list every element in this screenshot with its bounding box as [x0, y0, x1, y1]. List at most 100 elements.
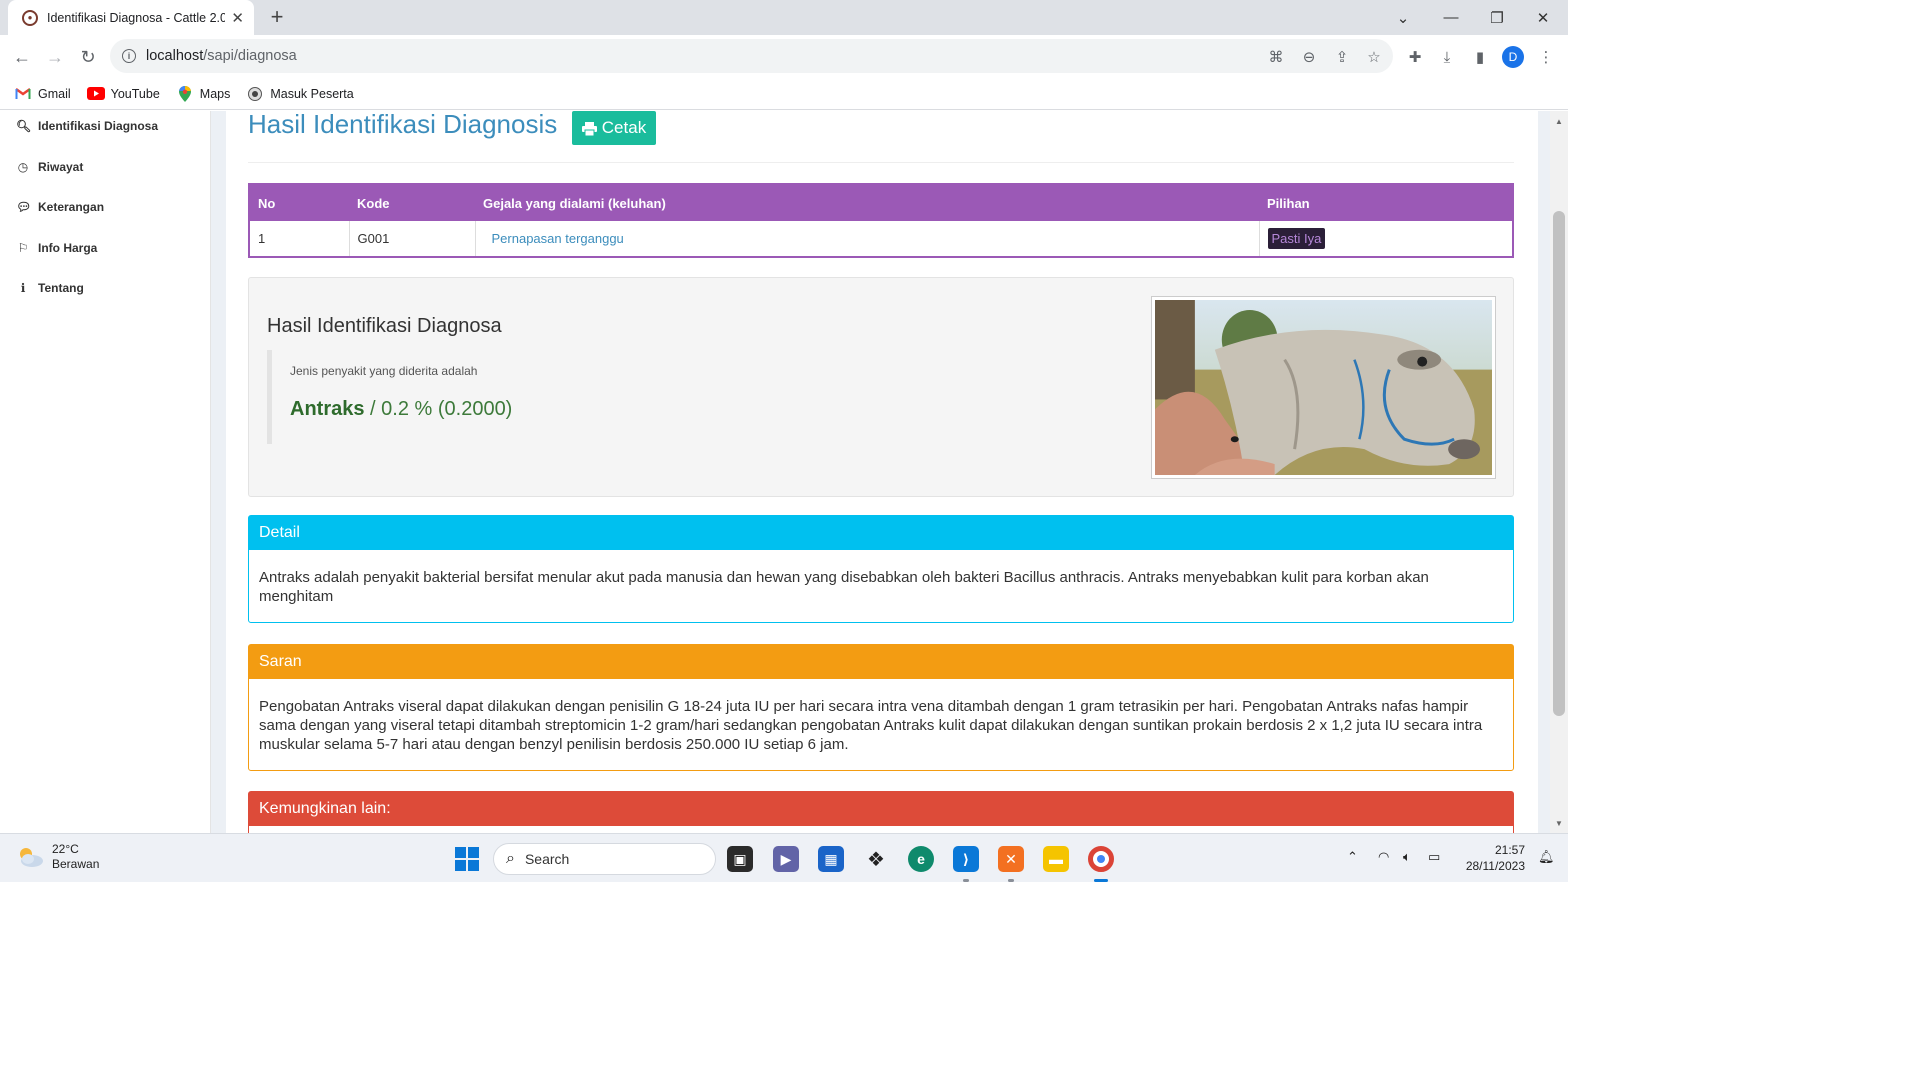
back-arrow-icon[interactable]: ←	[8, 43, 36, 71]
saran-panel-header: Saran	[249, 645, 1513, 679]
translate-icon[interactable]: ⌘	[1266, 47, 1286, 67]
browser-toolbar: ← → ↻ i localhost/sapi/diagnosa ⌘ ⊖ ⇪ ☆ …	[0, 35, 1568, 78]
tab-title: Identifikasi Diagnosa - Cattle 2.0	[47, 10, 226, 25]
xampp-icon[interactable]: ✕	[998, 846, 1024, 872]
bookmark-masuk-peserta[interactable]: Masuk Peserta	[246, 86, 354, 101]
detail-panel-body: Antraks adalah penyakit bakterial bersif…	[259, 569, 1429, 605]
sidebar-item-label: Keterangan	[38, 200, 105, 215]
weather-text: 22°C Berawan	[52, 842, 99, 872]
disease-photo	[1151, 296, 1496, 479]
new-tab-button[interactable]: +	[264, 4, 290, 30]
download-icon[interactable]: ⤓	[1437, 47, 1457, 67]
wifi-icon[interactable]: ◠	[1378, 849, 1389, 865]
weather-widget[interactable]: 22°C Berawan	[16, 842, 99, 872]
bookmark-label: Gmail	[38, 86, 71, 101]
tab-search-chevron-icon[interactable]: ⌄	[1380, 0, 1426, 35]
column-header-pilihan: Pilihan	[1259, 184, 1513, 221]
bookmark-star-icon[interactable]: ☆	[1364, 47, 1384, 67]
youtube-icon	[86, 87, 105, 101]
chrome-browser-icon[interactable]	[1088, 846, 1114, 872]
address-bar[interactable]: i localhost/sapi/diagnosa	[110, 39, 1393, 73]
scroll-down-arrow-icon[interactable]: ▼	[1550, 815, 1568, 831]
kemungkinan-lain-header: Kemungkinan lain:	[249, 792, 1513, 826]
dropbox-icon[interactable]: ❖	[863, 846, 889, 872]
scroll-up-arrow-icon[interactable]: ▲	[1550, 113, 1568, 129]
file-explorer-icon[interactable]: ▬	[1043, 846, 1069, 872]
forward-arrow-icon[interactable]: →	[41, 43, 69, 71]
sidebar: 🔍︎ Identifikasi Diagnosa ◷ Riwayat 💬︎ Ke…	[0, 111, 211, 833]
sidebar-item-label: Info Harga	[38, 240, 98, 255]
sidebar-item-tentang[interactable]: ℹ Tentang	[0, 268, 210, 309]
taskbar-search-label: Search	[524, 851, 570, 867]
diagnosis-result-box: Hasil Identifikasi Diagnosa Jenis penyak…	[248, 277, 1514, 497]
minimize-window-button[interactable]: —	[1428, 0, 1474, 35]
reload-icon[interactable]: ↻	[74, 43, 102, 71]
teams-chat-icon[interactable]: ▶	[773, 846, 799, 872]
running-indicator	[1008, 879, 1014, 882]
page-title: Hasil Identifikasi Diagnosis	[248, 111, 558, 139]
bookmarks-bar: Gmail YouTube Maps Masuk Peserta	[0, 78, 1568, 110]
sidebar-item-identifikasi-diagnosa[interactable]: 🔍︎ Identifikasi Diagnosa	[0, 111, 210, 147]
share-icon[interactable]: ⇪	[1332, 47, 1352, 67]
clock-time: 21:57	[1494, 843, 1525, 857]
sidebar-item-label: Riwayat	[38, 159, 84, 174]
temperature: 22°C	[52, 842, 79, 856]
browser-menu-icon[interactable]: ⋮	[1536, 47, 1556, 67]
cow-photo-illustration	[1155, 300, 1492, 475]
browser-tab-active[interactable]: ● Identifikasi Diagnosa - Cattle 2.0 ✕	[8, 0, 254, 35]
zoom-icon[interactable]: ⊖	[1299, 47, 1319, 67]
bookmark-gmail[interactable]: Gmail	[14, 87, 71, 101]
bookmark-youtube[interactable]: YouTube	[86, 87, 160, 101]
saran-panel: Saran Pengobatan Antraks viseral dapat d…	[248, 644, 1514, 771]
print-button[interactable]: Cetak	[572, 111, 656, 145]
disease-score: / 0.2 % (0.2000)	[364, 398, 513, 420]
search-icon: 🔍︎	[16, 119, 32, 134]
sidebar-item-riwayat[interactable]: ◷ Riwayat	[0, 147, 210, 188]
taskbar-search-box[interactable]: ⌕ Search	[493, 843, 716, 875]
cell-no: 1	[249, 221, 350, 257]
bookmark-label: Masuk Peserta	[270, 86, 354, 101]
system-clock[interactable]: 21:57 28/11/2023	[1455, 842, 1525, 874]
page-scrollbar[interactable]: ▲ ▼	[1550, 111, 1568, 833]
microsoft-store-icon[interactable]: ▦	[818, 846, 844, 872]
profile-avatar[interactable]: D	[1502, 46, 1524, 68]
notification-bell-icon[interactable]: 🔔︎	[1538, 849, 1555, 865]
kemungkinan-lain-panel: Kemungkinan lain:	[248, 791, 1514, 833]
edge-browser-icon[interactable]: e	[908, 846, 934, 872]
volume-icon[interactable]: 🔈︎	[1403, 849, 1411, 865]
windows-start-icon[interactable]	[455, 847, 479, 871]
cell-kode: G001	[349, 221, 476, 257]
symptom-link[interactable]: Pernapasan terganggu	[484, 231, 624, 246]
weather-condition: Berawan	[52, 857, 100, 871]
show-hidden-icons-chevron-icon[interactable]: ⌃	[1347, 849, 1358, 865]
extensions-puzzle-icon[interactable]: ✚	[1405, 47, 1425, 67]
result-value: Antraks / 0.2 % (0.2000)	[290, 398, 512, 421]
detail-panel: Detail Antraks adalah penyakit bakterial…	[248, 515, 1514, 623]
result-blockquote: Jenis penyakit yang diderita adalah Antr…	[267, 350, 867, 444]
vscode-icon[interactable]: ⟩	[953, 846, 979, 872]
task-view-icon[interactable]: ▣	[727, 846, 753, 872]
symptom-table: No Kode Gejala yang dialami (keluhan) Pi…	[248, 183, 1514, 258]
history-icon: ◷	[17, 159, 29, 174]
site-info-icon[interactable]: i	[122, 49, 136, 63]
url-host: localhost	[146, 48, 204, 64]
print-button-label: Cetak	[601, 118, 647, 137]
bookmark-icon: ⚐	[17, 240, 29, 255]
scroll-thumb[interactable]	[1553, 211, 1565, 716]
restore-window-button[interactable]: ❐	[1474, 0, 1520, 35]
url-path: /sapi/diagnosa	[203, 48, 297, 64]
table-header-row: No Kode Gejala yang dialami (keluhan) Pi…	[249, 184, 1513, 221]
tab-close-icon[interactable]: ✕	[231, 9, 244, 27]
side-panel-icon[interactable]: ▮	[1470, 47, 1490, 67]
gmail-icon	[14, 87, 32, 101]
disease-name: Antraks	[290, 398, 365, 420]
url-text[interactable]: localhost/sapi/diagnosa	[146, 48, 297, 64]
clock-date: 28/11/2023	[1465, 859, 1525, 873]
close-window-button[interactable]: ✕	[1520, 0, 1566, 35]
bookmark-maps[interactable]: Maps	[176, 85, 230, 102]
sidebar-item-keterangan[interactable]: 💬︎ Keterangan	[0, 187, 210, 228]
sidebar-item-info-harga[interactable]: ⚐ Info Harga	[0, 228, 210, 269]
browser-tab-strip: ● Identifikasi Diagnosa - Cattle 2.0 ✕ +…	[0, 0, 1568, 35]
choice-badge: Pasti Iya	[1267, 228, 1326, 249]
battery-icon[interactable]: ▭	[1428, 849, 1440, 865]
